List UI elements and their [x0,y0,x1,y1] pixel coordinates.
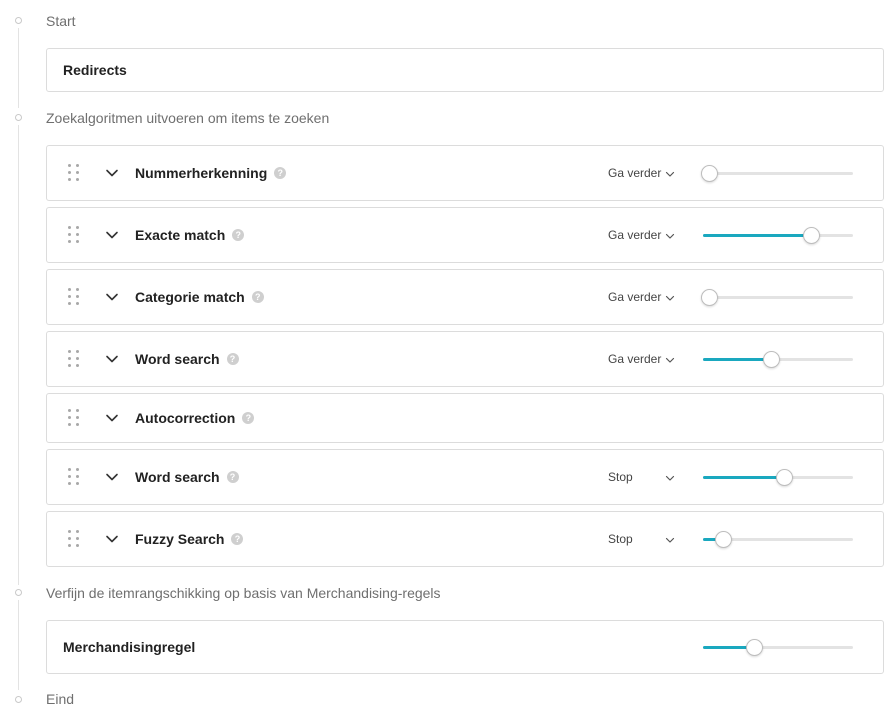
chevron-down-icon[interactable] [105,411,119,425]
algorithm-title: Fuzzy Search? [135,531,244,547]
algorithm-card-fuzzy-search[interactable]: Fuzzy Search? Stop [46,511,884,567]
chevron-down-icon [665,168,675,178]
action-dropdown[interactable]: Stop [608,529,678,549]
action-dropdown[interactable]: Ga verder [608,163,678,183]
drag-handle-icon[interactable] [68,288,80,306]
slider-thumb[interactable] [701,165,718,182]
slider-track [703,172,853,175]
algorithm-title-text: Word search [135,469,220,485]
step-label-start: Start [46,13,76,29]
slider-thumb[interactable] [763,351,780,368]
weight-slider[interactable] [703,350,853,368]
algorithm-title-text: Exacte match [135,227,226,243]
weight-slider[interactable] [701,164,853,182]
algorithm-title-text: Word search [135,351,220,367]
algorithm-title-text: Fuzzy Search [135,531,225,547]
slider-thumb[interactable] [803,227,820,244]
step-label-search: Zoekalgoritmen uitvoeren om items te zoe… [46,110,330,126]
chevron-down-icon [665,534,675,544]
help-icon[interactable]: ? [232,229,245,241]
algorithm-title: Categorie match? [135,289,264,305]
algorithm-card-categorie-match[interactable]: Categorie match? Ga verder [46,269,884,325]
help-icon[interactable]: ? [251,291,264,303]
chevron-down-icon[interactable] [105,470,119,484]
redirects-card[interactable]: Redirects [46,48,884,92]
algorithm-title: Word search? [135,351,239,367]
help-icon[interactable]: ? [231,533,244,545]
slider-thumb[interactable] [701,289,718,306]
step-dot-search [15,114,22,121]
action-dropdown[interactable]: Ga verder [608,349,678,369]
step-label-refine: Verfijn de itemrangschikking op basis va… [46,585,441,601]
slider-fill [703,476,784,479]
algorithm-title: Word search? [135,469,239,485]
algorithm-title-text: Categorie match [135,289,245,305]
algorithm-card-nummerherkenning[interactable]: Nummerherkenning? Ga verder [46,145,884,201]
chevron-down-icon[interactable] [105,352,119,366]
timeline-line [18,600,19,690]
step-dot-start [15,17,22,24]
algorithm-card-autocorrection[interactable]: Autocorrection? [46,393,884,443]
slider-fill [703,358,771,361]
chevron-down-icon [665,292,675,302]
algorithm-title: Exacte match? [135,227,245,243]
algorithm-card-word-search[interactable]: Word search? Ga verder [46,331,884,387]
help-icon[interactable]: ? [274,167,287,179]
action-dropdown-value: Stop [608,470,633,484]
merchandising-slider[interactable] [703,638,853,656]
slider-thumb[interactable] [776,469,793,486]
step-dot-refine [15,589,22,596]
algorithm-title-text: Autocorrection [135,410,236,426]
weight-slider[interactable] [701,288,853,306]
redirects-title: Redirects [63,62,127,78]
chevron-down-icon[interactable] [105,166,119,180]
help-icon[interactable]: ? [242,412,255,424]
drag-handle-icon[interactable] [68,164,80,182]
slider-fill [703,234,811,237]
slider-thumb[interactable] [746,639,763,656]
action-dropdown-value: Ga verder [608,166,662,180]
timeline-line [18,28,19,108]
chevron-down-icon[interactable] [105,290,119,304]
help-icon[interactable]: ? [226,471,239,483]
chevron-down-icon[interactable] [105,532,119,546]
slider-thumb[interactable] [715,531,732,548]
drag-handle-icon[interactable] [68,468,80,486]
chevron-down-icon[interactable] [105,228,119,242]
algorithm-title: Nummerherkenning? [135,165,287,181]
chevron-down-icon [665,230,675,240]
algorithm-title: Autocorrection? [135,410,255,426]
chevron-down-icon [665,472,675,482]
drag-handle-icon[interactable] [68,409,80,427]
action-dropdown-value: Ga verder [608,290,662,304]
action-dropdown-value: Ga verder [608,228,662,242]
merchandising-card[interactable]: Merchandisingregel [46,620,884,674]
weight-slider[interactable] [703,226,853,244]
algorithm-title-text: Nummerherkenning [135,165,268,181]
merchandising-title: Merchandisingregel [63,639,196,655]
action-dropdown[interactable]: Ga verder [608,287,678,307]
step-dot-end [15,696,22,703]
help-icon[interactable]: ? [226,353,239,365]
drag-handle-icon[interactable] [68,226,80,244]
action-dropdown-value: Ga verder [608,352,662,366]
action-dropdown-value: Stop [608,532,633,546]
weight-slider[interactable] [703,468,853,486]
slider-track [703,296,853,299]
algorithm-card-exacte-match[interactable]: Exacte match? Ga verder [46,207,884,263]
weight-slider[interactable] [703,530,853,548]
step-label-end: Eind [46,691,75,707]
drag-handle-icon[interactable] [68,530,80,548]
action-dropdown[interactable]: Stop [608,467,678,487]
drag-handle-icon[interactable] [68,350,80,368]
chevron-down-icon [665,354,675,364]
action-dropdown[interactable]: Ga verder [608,225,678,245]
timeline-line [18,125,19,585]
algorithm-card-word-search-2[interactable]: Word search? Stop [46,449,884,505]
